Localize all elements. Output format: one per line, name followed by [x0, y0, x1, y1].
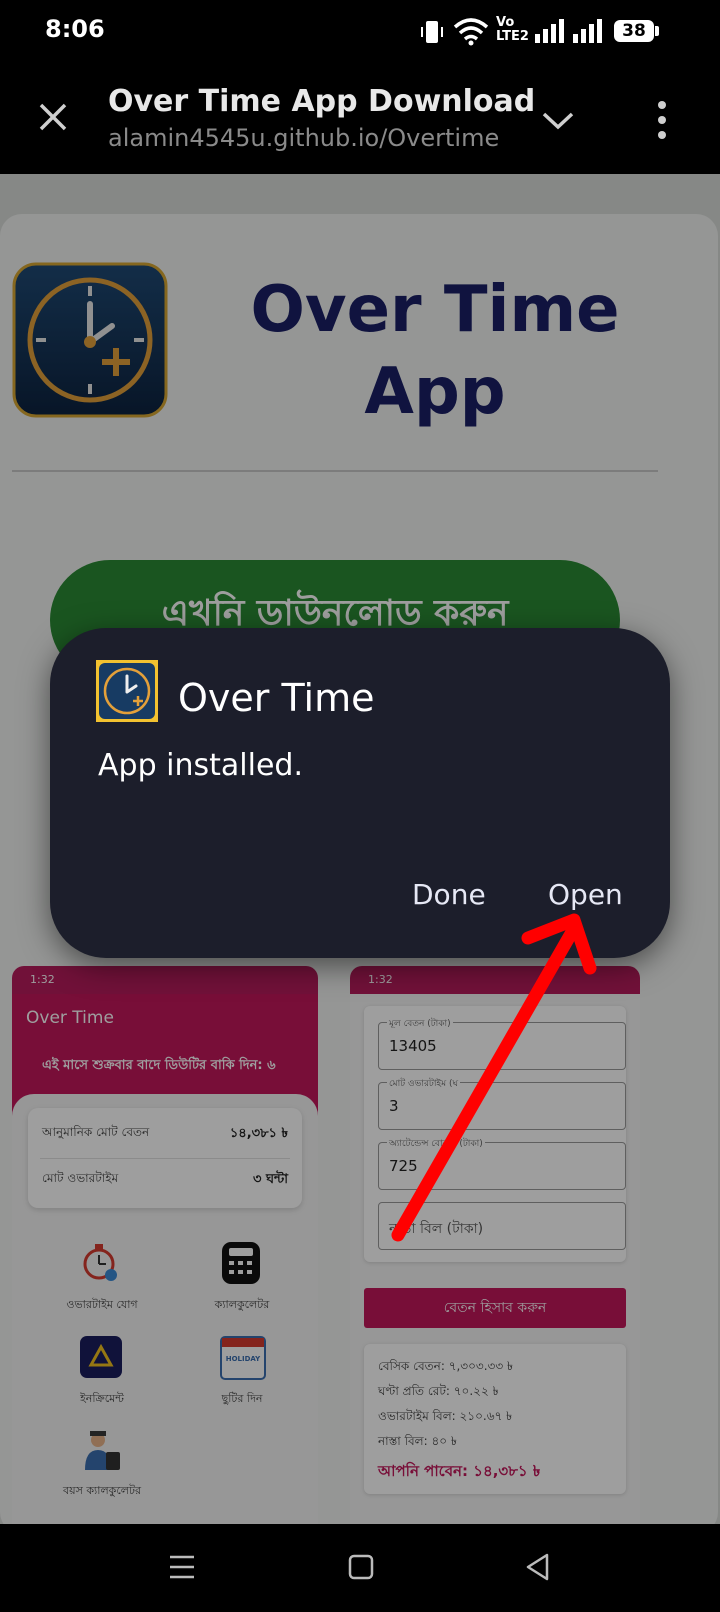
battery-icon: 38	[614, 20, 654, 42]
net-label-bottom: LTE2	[496, 29, 529, 44]
chevron-down-icon[interactable]	[540, 108, 576, 132]
open-button[interactable]: Open	[548, 878, 623, 911]
recents-icon[interactable]	[168, 1554, 196, 1580]
done-button[interactable]: Done	[412, 878, 486, 911]
clock-plus-app-icon	[96, 660, 158, 722]
page-url: alamin4545u.github.io/Overtime-Ap	[108, 124, 500, 152]
back-icon[interactable]	[524, 1552, 550, 1582]
signal-icon	[573, 19, 602, 43]
battery-level: 38	[622, 21, 646, 41]
home-icon[interactable]	[348, 1554, 374, 1580]
net-label-top: Vo	[496, 15, 515, 30]
dialog-message: App installed.	[98, 748, 303, 783]
close-icon[interactable]	[36, 100, 70, 134]
status-bar: 8:06 Vo LTE2 38	[0, 0, 720, 62]
page-title: Over Time App Download	[108, 84, 536, 119]
dialog-app-name: Over Time	[178, 676, 375, 720]
more-vert-icon[interactable]	[656, 100, 668, 140]
status-time: 8:06	[45, 15, 105, 43]
vibrate-icon	[421, 21, 443, 43]
wifi-icon	[453, 18, 489, 46]
signal-icon	[535, 19, 564, 43]
